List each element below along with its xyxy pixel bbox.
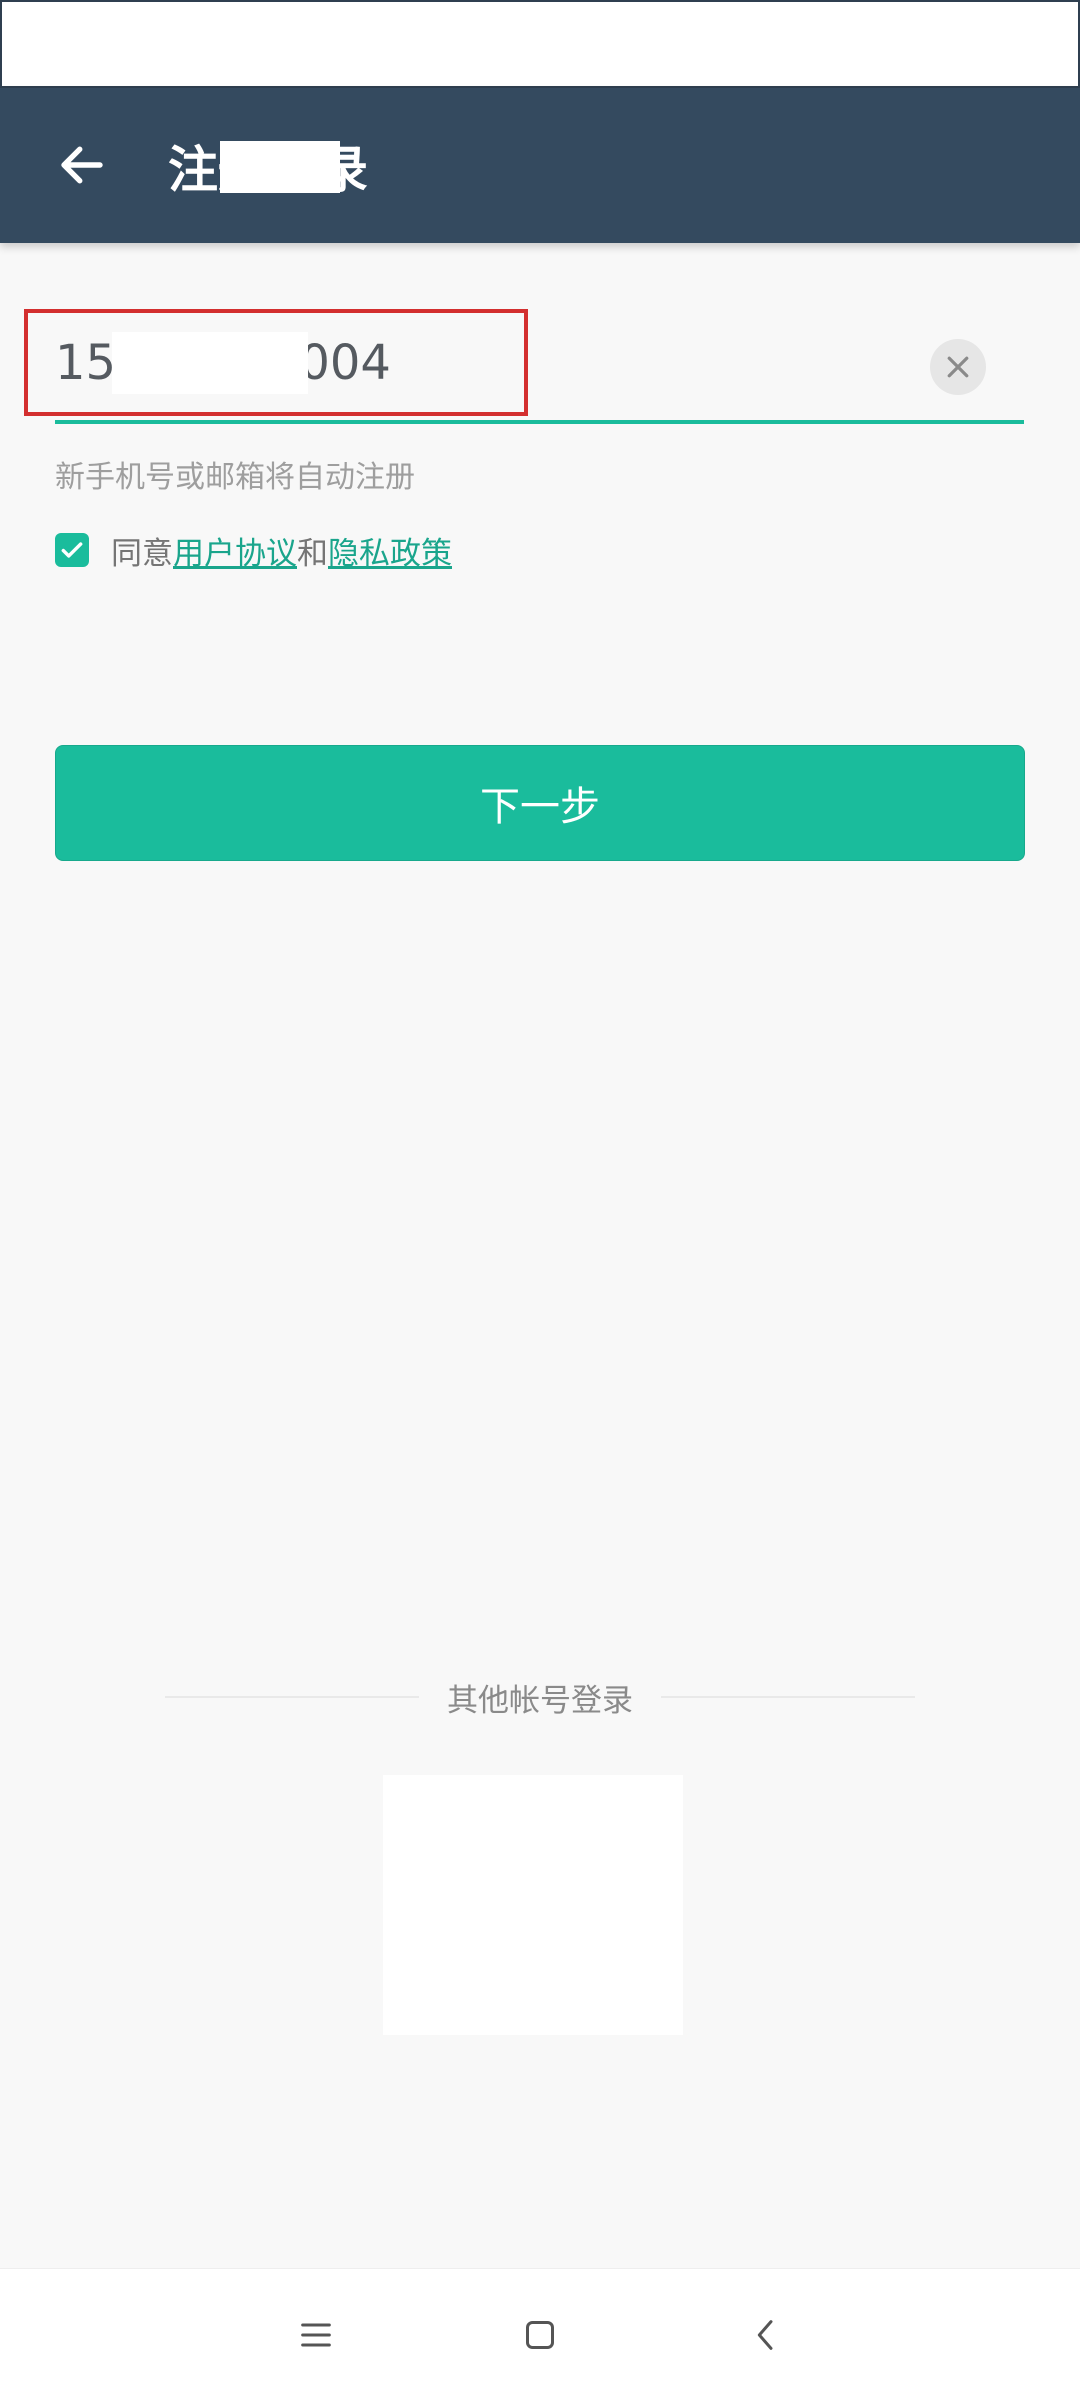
close-icon bbox=[947, 356, 969, 378]
social-login-area bbox=[383, 1775, 683, 2035]
redaction-block bbox=[112, 332, 308, 394]
status-bar bbox=[0, 0, 1080, 88]
agree-and: 和 bbox=[297, 535, 328, 572]
agreement-row: 同意 用户协议 和 隐私政策 bbox=[55, 528, 452, 573]
input-underline bbox=[55, 420, 1024, 424]
check-icon bbox=[61, 542, 83, 558]
nav-menu-button[interactable] bbox=[280, 2299, 352, 2371]
auto-register-hint: 新手机号或邮箱将自动注册 bbox=[55, 460, 415, 495]
app-bar: 注册登录 bbox=[0, 88, 1080, 243]
user-agreement-link[interactable]: 用户协议 bbox=[173, 528, 297, 573]
agreement-checkbox[interactable] bbox=[55, 533, 89, 567]
next-button[interactable]: 下一步 bbox=[55, 745, 1025, 861]
redaction-block bbox=[220, 141, 340, 193]
nav-back-button[interactable] bbox=[730, 2299, 802, 2371]
nav-home-button[interactable] bbox=[504, 2299, 576, 2371]
clear-button[interactable] bbox=[930, 339, 986, 395]
divider-line bbox=[661, 1696, 915, 1698]
privacy-policy-link[interactable]: 隐私政策 bbox=[328, 528, 452, 573]
agree-prefix: 同意 bbox=[111, 535, 173, 572]
system-nav-bar bbox=[0, 2268, 1080, 2401]
chevron-left-icon bbox=[757, 2320, 773, 2350]
back-button[interactable] bbox=[38, 121, 126, 209]
other-login-label: 其他帐号登录 bbox=[447, 1682, 633, 1719]
square-icon bbox=[526, 2321, 554, 2349]
arrow-left-icon bbox=[61, 146, 103, 184]
other-login-divider: 其他帐号登录 bbox=[165, 1675, 915, 1719]
menu-icon bbox=[301, 2323, 331, 2347]
divider-line bbox=[165, 1696, 419, 1698]
